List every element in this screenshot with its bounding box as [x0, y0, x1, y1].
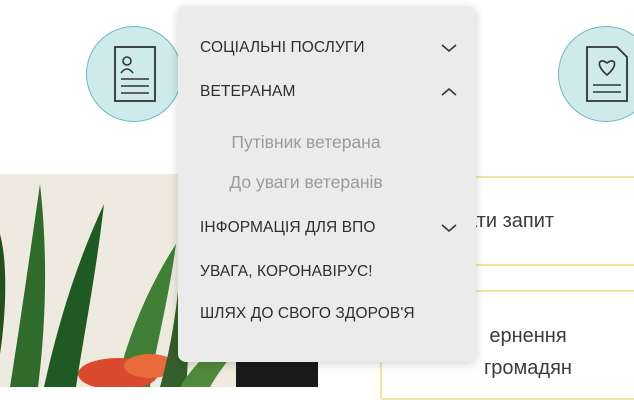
submit-request-label: ати запит — [466, 210, 555, 232]
service-icon-circle-left[interactable] — [86, 26, 182, 122]
menu-item-coronavirus[interactable]: УВАГА, КОРОНАВІРУС! — [200, 258, 458, 286]
submenu-attention-veterans[interactable]: До уваги ветеранів — [178, 172, 434, 193]
menu-item-label: СОЦІАЛЬНІ ПОСЛУГИ — [200, 39, 365, 56]
chevron-down-icon[interactable] — [440, 42, 458, 54]
navigation-dropdown-menu: СОЦІАЛЬНІ ПОСЛУГИ ВЕТЕРАНАМ Путівник вет… — [178, 6, 476, 362]
heart-document-icon — [586, 46, 628, 102]
citizen-appeals-line2: громадян — [484, 357, 572, 379]
menu-item-idp-information[interactable]: ІНФОРМАЦІЯ ДЛЯ ВПО — [200, 214, 458, 242]
chevron-up-icon[interactable] — [440, 86, 458, 98]
menu-item-veterans[interactable]: ВЕТЕРАНАМ — [200, 78, 458, 106]
citizen-appeals-line1: ернення — [489, 325, 567, 347]
menu-item-path-to-health[interactable]: ШЛЯХ ДО СВОГО ЗДОРОВ'Я — [200, 300, 458, 328]
menu-item-social-services[interactable]: СОЦІАЛЬНІ ПОСЛУГИ — [200, 34, 458, 62]
menu-item-label: УВАГА, КОРОНАВІРУС! — [200, 263, 373, 280]
menu-item-label: ШЛЯХ ДО СВОГО ЗДОРОВ'Я — [200, 305, 415, 322]
person-document-icon — [114, 46, 156, 102]
menu-item-label: ВЕТЕРАНАМ — [200, 83, 296, 100]
chevron-down-icon[interactable] — [440, 222, 458, 234]
citizen-appeals-label: ернення громадян — [468, 320, 588, 384]
menu-item-label: ІНФОРМАЦІЯ ДЛЯ ВПО — [200, 219, 376, 236]
service-icon-circle-right[interactable] — [558, 26, 634, 122]
submenu-veteran-guide[interactable]: Путівник ветерана — [178, 132, 434, 153]
